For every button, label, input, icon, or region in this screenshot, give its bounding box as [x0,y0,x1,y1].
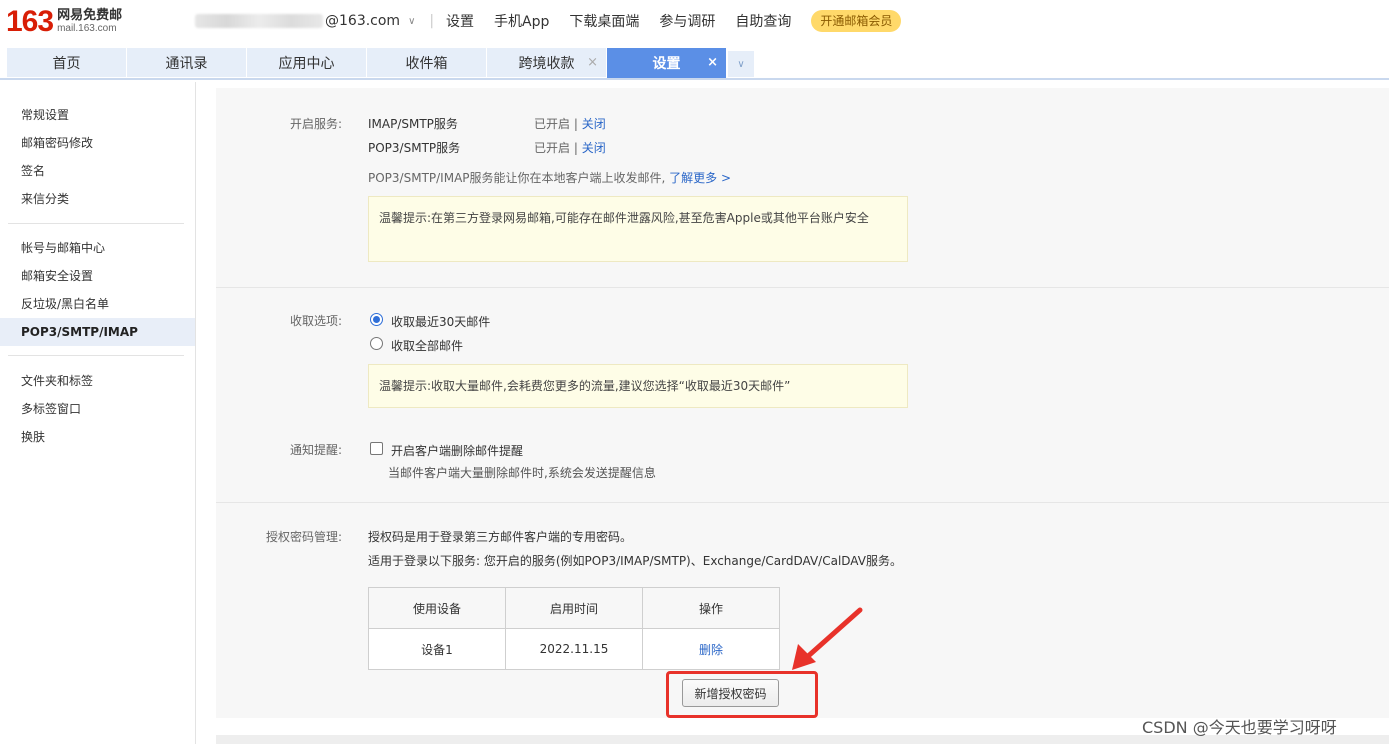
tab-label: 应用中心 [278,55,335,72]
sidebar-item-password[interactable]: 邮箱密码修改 [0,129,195,157]
logo-number: 163 [6,5,54,38]
tab-home[interactable]: 首页 [7,48,126,77]
notify-checkbox-label[interactable]: 开启客户端删除邮件提醒 [391,442,523,459]
tab-label: 跨境收款 [518,55,575,72]
sidebar-item-folders[interactable]: 文件夹和标签 [0,367,195,395]
status-text: 已开启 [534,141,571,155]
account-name-redacted [195,14,323,28]
status-text: 已开启 [534,117,571,131]
notify-label: 通知提醒: [289,443,342,457]
sidebar-divider [8,355,184,356]
top-links: 设置 手机App 下载桌面端 参与调研 自助查询 开通邮箱会员 [446,10,902,32]
sidebar-item-multi-tab[interactable]: 多标签窗口 [0,395,195,423]
radio-all-mail[interactable] [370,337,383,350]
imap-service-status: 已开启 | 关闭 [534,115,606,132]
tab-settings[interactable]: 设置 × [607,48,726,78]
vip-button[interactable]: 开通邮箱会员 [811,10,902,32]
column-header-enabled-time: 启用时间 [505,587,643,629]
annotation-arrow-icon [792,607,863,670]
auth-line-1: 授权码是用于登录第三方邮件客户端的专用密码。 [368,530,633,544]
logo[interactable]: 163 网易免费邮 mail.163.com [6,4,122,40]
tab-label: 收件箱 [405,55,448,72]
sidebar-item-security[interactable]: 邮箱安全设置 [0,262,195,290]
tab-more-button[interactable]: ∨ [728,51,754,77]
tab-bar: 首页 通讯录 应用中心 收件箱 跨境收款 × 设置 × ∨ [0,48,1389,80]
service-description: POP3/SMTP/IMAP服务能让你在本地客户端上收发邮件, 了解更多 > [368,169,731,186]
tab-app-center[interactable]: 应用中心 [247,48,366,77]
tab-contacts[interactable]: 通讯录 [127,48,246,77]
auth-device-table: 使用设备 启用时间 操作 设备1 2022.11.15 删除 [368,587,780,670]
sidebar-item-mail-sort[interactable]: 来信分类 [0,185,195,213]
settings-sidebar: 常规设置 邮箱密码修改 签名 来信分类 帐号与邮箱中心 邮箱安全设置 反垃圾/黑… [0,82,196,744]
sidebar-divider [8,223,184,224]
fetch-warning-tip: 温馨提示:收取大量邮件,会耗费您更多的流量,建议您选择“收取最近30天邮件” [368,364,908,408]
divider: | [429,13,435,29]
notify-description: 当邮件客户端大量删除邮件时,系统会发送提醒信息 [388,466,656,480]
enabled-time-cell: 2022.11.15 [505,628,643,670]
tab-cross-border[interactable]: 跨境收款 × [487,48,606,77]
self-service-link[interactable]: 自助查询 [735,11,791,31]
status-separator: | [573,141,578,155]
radio-recent-30-days[interactable] [370,313,383,326]
tab-label: 首页 [52,55,81,72]
service-label: 开启服务: [289,117,342,131]
close-icon[interactable]: × [707,55,718,70]
status-separator: | [573,117,578,131]
survey-link[interactable]: 参与调研 [659,11,715,31]
notify-checkbox[interactable] [370,442,383,455]
sidebar-item-skin[interactable]: 换肤 [0,423,195,451]
learn-more-link[interactable]: 了解更多 > [669,171,731,185]
column-header-device: 使用设备 [368,587,506,629]
sidebar-item-account-center[interactable]: 帐号与邮箱中心 [0,234,195,262]
logo-cn: 网易免费邮 [57,8,123,23]
service-warning-tip: 温馨提示:在第三方登录网易邮箱,可能存在邮件泄露风险,甚至危害Apple或其他平… [368,196,908,262]
sidebar-item-pop3-smtp-imap[interactable]: POP3/SMTP/IMAP [0,318,195,346]
watermark: CSDN @今天也要学习呀呀 [1142,718,1337,737]
close-icon[interactable]: × [587,55,598,70]
imap-close-link[interactable]: 关闭 [582,117,606,131]
table-row: 设备1 2022.11.15 删除 [368,628,780,670]
section-divider [216,502,1389,503]
section-divider [216,287,1389,288]
imap-service-name: IMAP/SMTP服务 [368,117,458,131]
tab-label: 通讯录 [165,55,208,72]
pop3-service-status: 已开启 | 关闭 [534,139,606,156]
sidebar-item-signature[interactable]: 签名 [0,157,195,185]
tab-label: 设置 [652,56,681,72]
chevron-down-icon: ∨ [737,58,745,70]
account-suffix: @163.com [325,13,401,29]
pop3-service-name: POP3/SMTP服务 [368,141,461,155]
option-recent-30-days[interactable]: 收取最近30天邮件 [391,313,490,330]
column-header-action: 操作 [642,587,780,629]
auth-line-2: 适用于登录以下服务: 您开启的服务(例如POP3/IMAP/SMTP)、Exch… [368,554,902,568]
account-menu[interactable]: @163.com ∨ | [195,11,448,31]
chevron-down-icon: ∨ [408,15,416,27]
table-header-row: 使用设备 启用时间 操作 [368,587,780,629]
desktop-download-link[interactable]: 下载桌面端 [569,11,639,31]
service-desc-text: POP3/SMTP/IMAP服务能让你在本地客户端上收发邮件, [368,171,666,185]
auth-label: 授权密码管理: [265,530,342,544]
mobile-app-link[interactable]: 手机App [494,11,549,31]
pop3-close-link[interactable]: 关闭 [582,141,606,155]
device-cell: 设备1 [368,628,506,670]
settings-link[interactable]: 设置 [446,11,474,31]
delete-link[interactable]: 删除 [642,628,780,670]
option-all-mail[interactable]: 收取全部邮件 [391,337,463,354]
logo-text: 网易免费邮 mail.163.com [57,9,122,35]
logo-en: mail.163.com [57,23,117,34]
sidebar-item-general[interactable]: 常规设置 [0,101,195,129]
top-bar: 163 网易免费邮 mail.163.com @163.com ∨ | 设置 手… [0,0,1389,44]
fetch-label: 收取选项: [289,314,342,328]
sidebar-item-antispam[interactable]: 反垃圾/黑白名单 [0,290,195,318]
tab-inbox[interactable]: 收件箱 [367,48,486,77]
